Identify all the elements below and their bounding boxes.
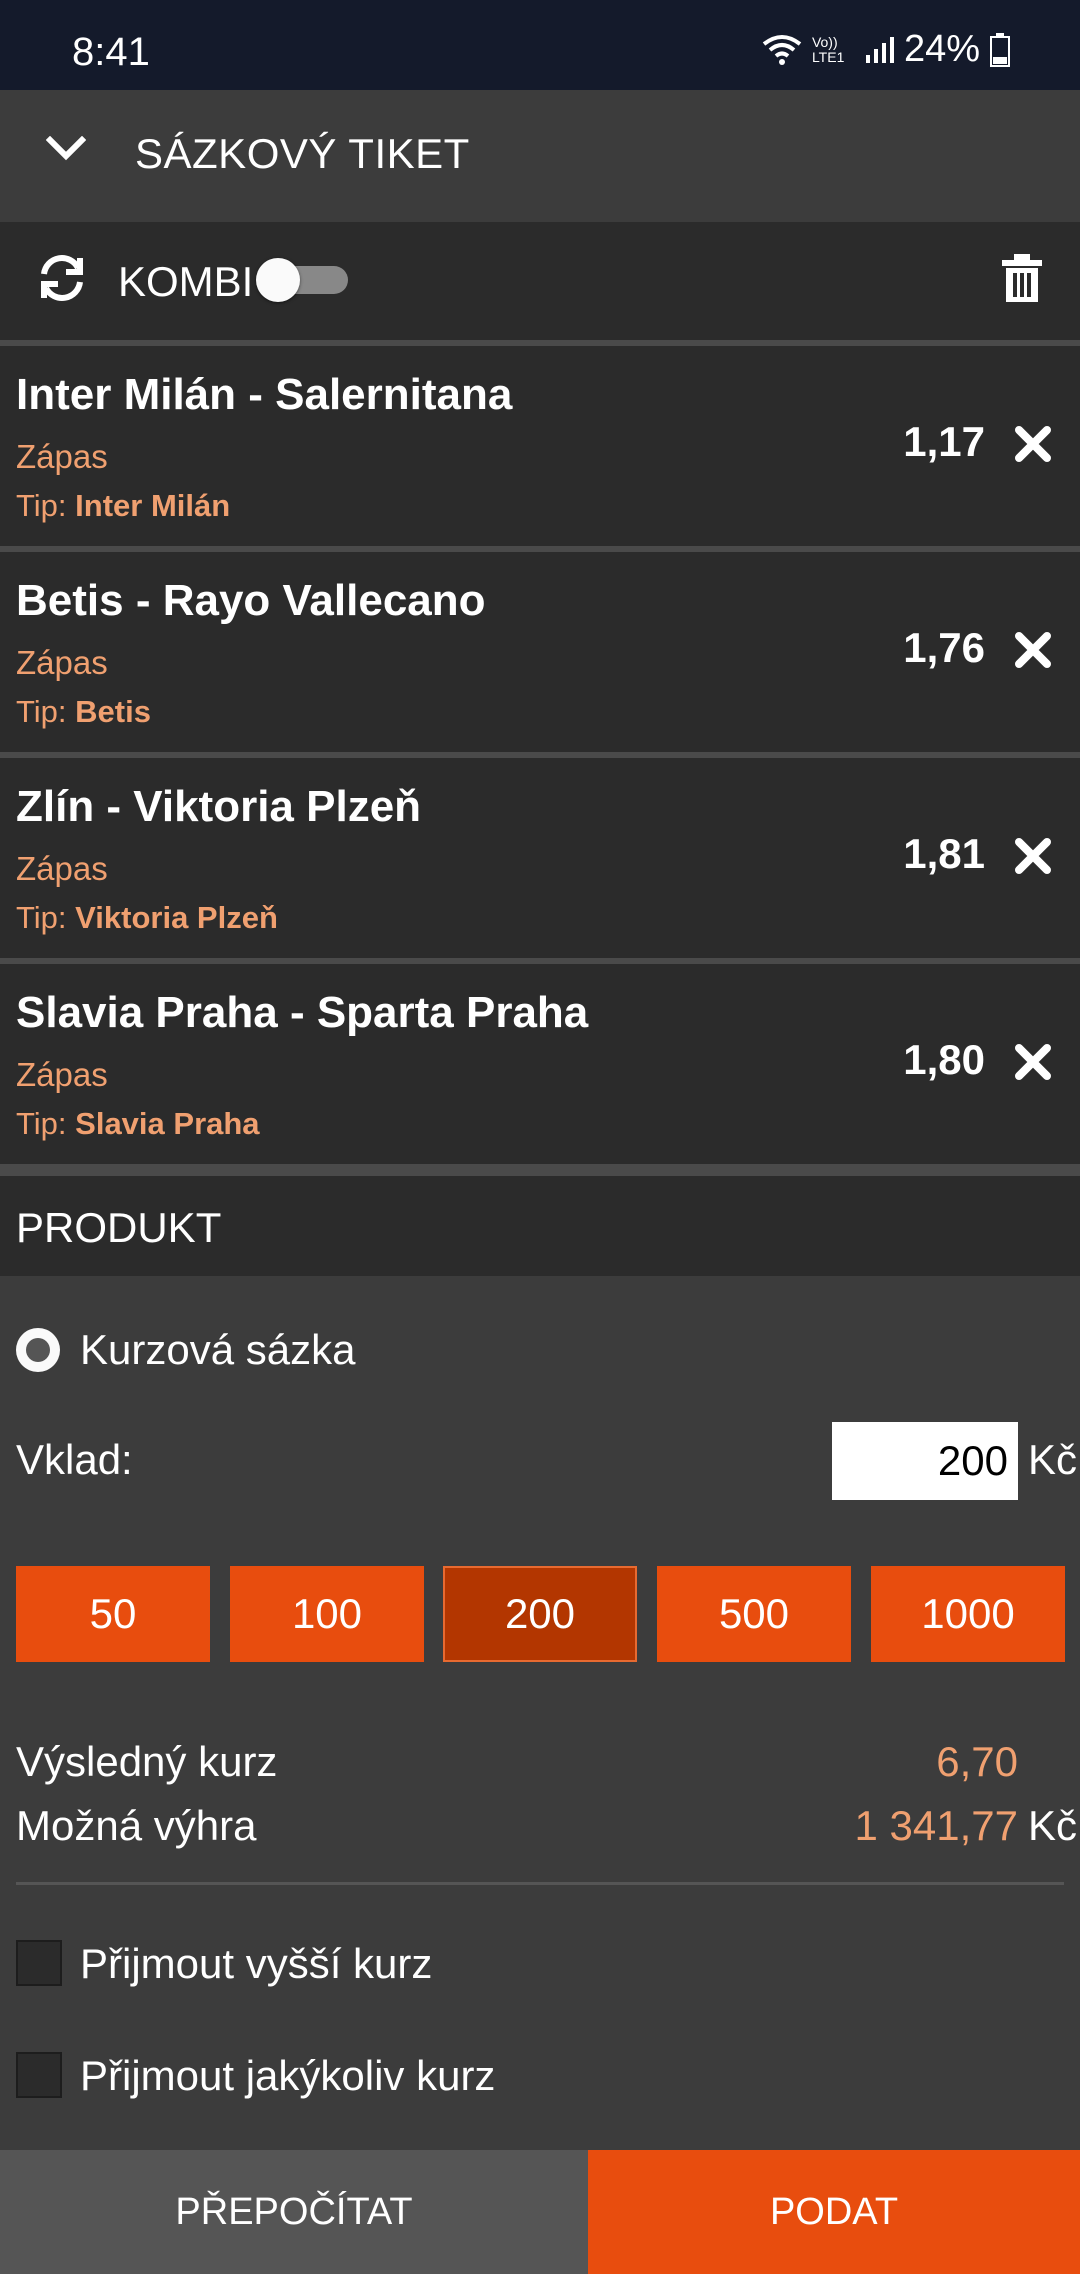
kombi-label: KOMBI [118, 258, 254, 305]
stake-input[interactable] [832, 1422, 1018, 1500]
quick-stake-50[interactable]: 50 [16, 1566, 210, 1662]
quick-stake-100[interactable]: 100 [230, 1566, 424, 1662]
status-time: 8:41 [72, 30, 150, 74]
market-name: Zápas [16, 644, 108, 681]
volte-indicator: Vo)) LTE1 [811, 33, 845, 65]
match-name: Slavia Praha - Sparta Praha [16, 988, 589, 1037]
tip-value: Slavia Praha [75, 1106, 260, 1141]
kombi-toggle[interactable] [256, 258, 348, 302]
odds-bet-label[interactable]: Kurzová sázka [80, 1326, 355, 1374]
possible-win-value: 1 341,77 [854, 1802, 1019, 1849]
match-name: Zlín - Viktoria Plzeň [16, 782, 422, 831]
tip-line: Tip: Slavia Praha [16, 1106, 260, 1142]
possible-win-label: Možná výhra [16, 1802, 257, 1849]
tip-value: Betis [75, 694, 151, 729]
kombi-toolbar: KOMBI [0, 222, 1080, 340]
accept-any-label[interactable]: Přijmout jakýkoliv kurz [80, 2052, 495, 2100]
possible-win-currency: Kč [1028, 1802, 1078, 1849]
bet-odds: 1,80 [903, 1036, 985, 1083]
tip-line: Tip: Viktoria Plzeň [16, 900, 278, 936]
bet-odds: 1,17 [903, 418, 985, 465]
accept-higher-checkbox[interactable] [16, 1940, 62, 1986]
bet-odds: 1,76 [903, 624, 985, 671]
accept-higher-label[interactable]: Přijmout vyšší kurz [80, 1940, 432, 1988]
tip-line: Tip: Inter Milán [16, 488, 230, 524]
product-heading: PRODUKT [16, 1204, 222, 1251]
total-odds-label: Výsledný kurz [16, 1738, 278, 1785]
odds-bet-radio[interactable] [16, 1328, 60, 1372]
toggle-knob [256, 258, 300, 302]
accept-any-checkbox[interactable] [16, 2052, 62, 2098]
divider [16, 1882, 1064, 1885]
wifi-icon [762, 34, 802, 65]
tip-value: Viktoria Plzeň [75, 900, 278, 935]
battery-percent: 24% [903, 28, 980, 70]
remove-bet-icon[interactable] [1013, 630, 1053, 670]
bet-odds: 1,81 [903, 830, 985, 877]
bet-item: Slavia Praha - Sparta Praha Zápas Tip: S… [0, 964, 1080, 1164]
status-bar: 8:41 Vo)) LTE1 24% [0, 0, 1080, 90]
recalculate-button[interactable]: PŘEPOČÍTAT [0, 2150, 588, 2274]
tip-prefix: Tip: [16, 1106, 67, 1141]
submit-button[interactable]: PODAT [588, 2150, 1080, 2274]
remove-bet-icon[interactable] [1013, 1042, 1053, 1082]
bet-item: Betis - Rayo Vallecano Zápas Tip: Betis … [0, 552, 1080, 752]
market-name: Zápas [16, 850, 108, 887]
bet-item: Zlín - Viktoria Plzeň Zápas Tip: Viktori… [0, 758, 1080, 958]
bet-item: Inter Milán - Salernitana Zápas Tip: Int… [0, 346, 1080, 546]
status-icons: Vo)) LTE1 24% [762, 28, 1010, 71]
market-name: Zápas [16, 1056, 108, 1093]
match-name: Inter Milán - Salernitana [16, 370, 513, 419]
ticket-title: SÁZKOVÝ TIKET [135, 130, 470, 177]
total-odds-value: 6,70 [936, 1738, 1018, 1785]
remove-bet-icon[interactable] [1013, 424, 1053, 464]
tip-prefix: Tip: [16, 694, 67, 729]
ticket-header[interactable]: SÁZKOVÝ TIKET [0, 90, 1080, 222]
separator [0, 1164, 1080, 1176]
signal-icon [865, 36, 894, 63]
quick-stake-500[interactable]: 500 [657, 1566, 851, 1662]
tip-value: Inter Milán [75, 488, 231, 523]
refresh-icon[interactable] [36, 252, 88, 304]
product-heading-bar: PRODUKT [0, 1176, 1080, 1276]
chevron-down-icon[interactable] [46, 136, 86, 164]
quick-stake-200[interactable]: 200 [443, 1566, 637, 1662]
market-name: Zápas [16, 438, 108, 475]
stake-currency: Kč [1028, 1436, 1078, 1483]
quick-stake-1000[interactable]: 1000 [871, 1566, 1065, 1662]
tip-line: Tip: Betis [16, 694, 151, 730]
remove-bet-icon[interactable] [1013, 836, 1053, 876]
match-name: Betis - Rayo Vallecano [16, 576, 486, 625]
tip-prefix: Tip: [16, 488, 67, 523]
battery-icon [990, 32, 1010, 67]
trash-icon[interactable] [1000, 254, 1044, 304]
stake-label: Vklad: [16, 1436, 133, 1483]
tip-prefix: Tip: [16, 900, 67, 935]
